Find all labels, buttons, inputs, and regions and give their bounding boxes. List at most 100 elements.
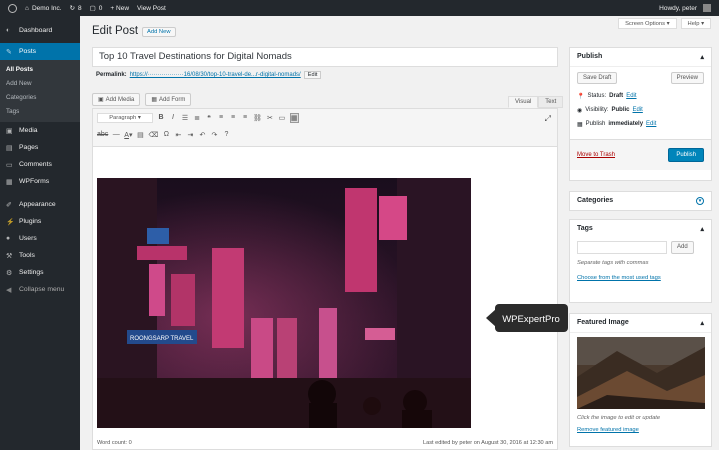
posts-submenu: All Posts Add New Categories Tags (0, 60, 80, 122)
new-link[interactable]: + New (110, 5, 129, 12)
blockquote-icon[interactable]: ❝ (205, 114, 213, 122)
featured-image-hint: Click the image to edit or update (577, 415, 661, 421)
pin-icon: ✎ (6, 48, 12, 56)
indent-icon[interactable]: ⇥ (186, 131, 194, 139)
redo-icon[interactable]: ↷ (210, 131, 218, 139)
move-to-trash-link[interactable]: Move to Trash (577, 152, 615, 158)
avatar (703, 4, 711, 12)
link-icon[interactable]: ⛓ (253, 114, 262, 122)
unlink-icon[interactable]: ✂ (266, 114, 274, 122)
image-sign-text: ROONGSARP TRAVEL (130, 336, 194, 342)
tag-input[interactable] (577, 241, 667, 254)
menu-comments[interactable]: ▭ Comments (0, 156, 80, 173)
add-form-button[interactable]: ▦ Add Form (145, 93, 192, 106)
menu-pages[interactable]: ▤ Pages (0, 139, 80, 156)
publish-box: Publish ▴ Save Draft Preview 📍 Status: Draf… (569, 47, 712, 181)
landscape-photo (577, 337, 705, 409)
undo-icon[interactable]: ↶ (198, 131, 206, 139)
collapse-arrow-icon[interactable]: ▴ (700, 319, 704, 327)
read-more-icon[interactable]: ▭ (278, 114, 286, 122)
settings-icon: ⚙ (6, 269, 13, 277)
italic-icon[interactable]: I (169, 114, 177, 121)
clear-formatting-icon[interactable]: ⌫ (148, 131, 158, 139)
toolbar-toggle-icon[interactable]: ▦ (289, 112, 299, 123)
choose-tags-link[interactable]: Choose from the most used tags (570, 269, 711, 287)
paste-text-icon[interactable]: ▤ (136, 131, 144, 139)
howdy-user[interactable]: Howdy, peter (659, 4, 711, 12)
submenu-add-new[interactable]: Add New (0, 77, 80, 91)
comment-icon: ▢ (89, 5, 96, 12)
permalink: Permalink: https://··················16/… (96, 71, 322, 79)
collapse-arrow-icon[interactable]: ▴ (700, 53, 704, 61)
bullet-list-icon[interactable]: ☰ (181, 114, 189, 122)
menu-plugins[interactable]: ⚡ Plugins (0, 213, 80, 230)
submenu-all-posts[interactable]: All Posts (0, 63, 80, 77)
preview-button[interactable]: Preview (670, 72, 704, 84)
add-new-button[interactable]: Add New (142, 27, 176, 37)
expand-arrow-icon[interactable]: ▾ (696, 197, 704, 205)
categories-box: Categories ▾ (569, 191, 712, 211)
help-button[interactable]: Help ▾ (680, 18, 711, 29)
media-icon: ▣ (98, 97, 104, 103)
tags-box: Tags ▴ Add Separate tags with commas Choo… (569, 219, 712, 303)
help-icon[interactable]: ? (222, 131, 230, 138)
collapse-arrow-icon[interactable]: ▴ (700, 225, 704, 233)
menu-tools[interactable]: ⚒ Tools (0, 247, 80, 264)
submenu-tags[interactable]: Tags (0, 105, 80, 119)
screen-options-button[interactable]: Screen Options ▾ (618, 18, 677, 29)
format-select[interactable]: Paragraph ▾ (97, 112, 153, 123)
menu-settings[interactable]: ⚙ Settings (0, 264, 80, 281)
add-tag-button[interactable]: Add (671, 241, 694, 254)
menu-users[interactable]: ● Users (0, 230, 80, 247)
wrench-icon: ⚒ (6, 252, 13, 260)
site-name-link[interactable]: ⌂ Demo Inc. (25, 5, 62, 12)
wp-logo[interactable] (8, 3, 17, 13)
toolbar-row-2: abc — A▾ ▤ ⌫ Ω ⇤ ⇥ ↶ ↷ ? (93, 126, 557, 143)
fullscreen-icon[interactable]: ⤢ (545, 114, 551, 124)
post-editor: Paragraph ▾ B I ☰ ≣ ❝ ≡ ≡ ≡ ⛓ ✂ ▭ ▦ abc … (92, 108, 568, 450)
callout-badge: WPExpertPro (479, 304, 568, 332)
menu-collapse[interactable]: ◀ Collapse menu (0, 281, 80, 298)
refresh-icon: ↻ (69, 5, 76, 12)
tab-visual[interactable]: Visual (508, 96, 539, 108)
home-icon: ⌂ (25, 4, 29, 12)
view-post-link[interactable]: View Post (137, 5, 166, 12)
remove-featured-image-link[interactable]: Remove featured image (570, 423, 711, 437)
menu-wpforms[interactable]: ▦ WPForms (0, 173, 80, 190)
outdent-icon[interactable]: ⇤ (174, 131, 182, 139)
horizontal-line-icon[interactable]: — (112, 131, 120, 138)
menu-dashboard[interactable]: ◐ Dashboard (0, 22, 80, 39)
numbered-list-icon[interactable]: ≣ (193, 114, 201, 122)
menu-appearance[interactable]: ✐ Appearance (0, 196, 80, 213)
bold-icon[interactable]: B (157, 114, 165, 121)
post-title-input[interactable]: Top 10 Travel Destinations for Digital N… (92, 47, 558, 67)
admin-sidebar: ◐ Dashboard ✎ Posts All Posts Add New Cate… (0, 16, 80, 450)
add-media-button[interactable]: ▣ Add Media (92, 93, 141, 106)
publish-button[interactable]: Publish (668, 148, 704, 162)
visibility-edit-link[interactable]: Edit (633, 107, 643, 113)
permalink-edit-button[interactable]: Edit (303, 71, 322, 79)
submenu-categories[interactable]: Categories (0, 91, 80, 105)
align-left-icon[interactable]: ≡ (217, 114, 225, 121)
permalink-url[interactable]: https://··················16/08/30/top-1… (130, 72, 301, 78)
visibility-row: ◉ Visibility: Public Edit (577, 107, 643, 114)
tab-text[interactable]: Text (538, 96, 564, 108)
menu-posts[interactable]: ✎ Posts (0, 43, 80, 60)
post-image[interactable]: ROONGSARP TRAVEL (97, 178, 471, 428)
pin-icon: 📍 (577, 93, 585, 100)
menu-media[interactable]: ▣ Media (0, 122, 80, 139)
plugin-icon: ⚡ (6, 218, 15, 226)
featured-image-thumbnail[interactable] (577, 337, 705, 409)
save-draft-button[interactable]: Save Draft (577, 72, 618, 84)
last-edited: Last edited by peter on August 30, 2016 … (423, 440, 553, 446)
text-color-icon[interactable]: A▾ (124, 131, 132, 139)
schedule-edit-link[interactable]: Edit (646, 121, 656, 127)
strikethrough-icon[interactable]: abc (97, 131, 108, 138)
comments-link[interactable]: ▢ 0 (89, 4, 103, 13)
updates-link[interactable]: ↻ 8 (69, 4, 82, 13)
publish-box-title: Publish ▴ (570, 48, 711, 67)
align-center-icon[interactable]: ≡ (229, 114, 237, 121)
status-edit-link[interactable]: Edit (626, 93, 636, 99)
align-right-icon[interactable]: ≡ (241, 114, 249, 121)
special-character-icon[interactable]: Ω (162, 131, 170, 138)
